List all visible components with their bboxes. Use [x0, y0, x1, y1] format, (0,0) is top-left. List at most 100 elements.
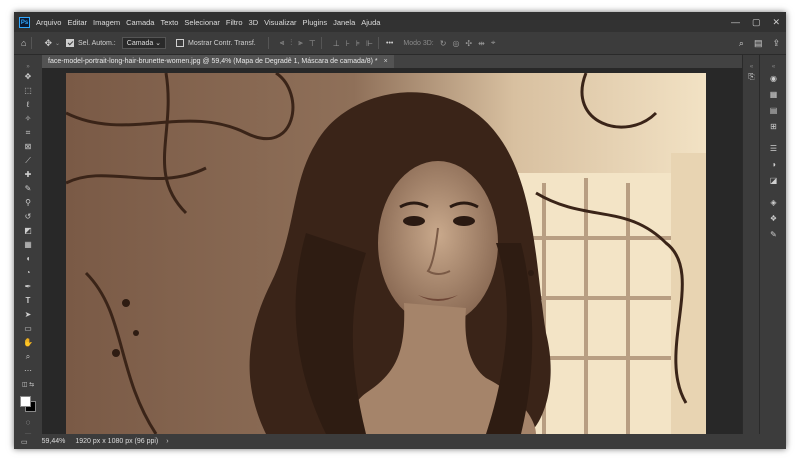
app-logo: Ps	[19, 16, 30, 28]
right-panel-dock: « ◉ ▦ ▤ ⊞ ☰ ◑ ◪ ◈ ❖ ✎	[759, 55, 786, 434]
auto-select-dropdown[interactable]: Camada ⌄	[121, 37, 167, 49]
history-brush-tool-icon[interactable]: ↺	[14, 211, 42, 223]
align-bottom-icon[interactable]: ⊦	[346, 39, 350, 48]
more-options-button[interactable]: •••	[386, 40, 393, 47]
healing-brush-tool-icon[interactable]: ✚	[14, 169, 42, 181]
magic-wand-tool-icon[interactable]: ✧	[14, 113, 42, 125]
panel-grip-icon: «	[771, 64, 776, 70]
align-left-icon[interactable]: ⫷	[280, 38, 285, 48]
align-right-icon[interactable]: ⫸	[298, 38, 303, 48]
type-tool-icon[interactable]: T	[14, 295, 42, 307]
options-right: ⌕ ▤ ⇪	[729, 32, 780, 54]
document-size-info: 1920 px x 1080 px (96 ppi)	[75, 438, 159, 445]
menu-ajuda[interactable]: Ajuda	[361, 18, 380, 27]
gradients-panel-icon[interactable]: ▤	[760, 105, 786, 117]
workspace-icon[interactable]: ▤	[754, 38, 763, 49]
shape-tool-icon[interactable]: ▭	[14, 323, 42, 335]
gradient-tool-icon[interactable]: ▦	[14, 239, 42, 251]
layers-panel-icon[interactable]: ◈	[760, 197, 786, 209]
menu-selecionar[interactable]: Selecionar	[184, 18, 219, 27]
menu-texto[interactable]: Texto	[160, 18, 178, 27]
lasso-tool-icon[interactable]: ℓ	[14, 99, 42, 111]
zoom-tool-icon[interactable]: ⌕	[14, 351, 42, 363]
close-tab-button[interactable]: ×	[384, 58, 388, 65]
marquee-tool-icon[interactable]: ⬚	[14, 85, 42, 97]
move-tool-icon[interactable]: ✥	[44, 32, 52, 54]
blur-tool-icon[interactable]: ◖	[14, 253, 42, 265]
swatches-panel-icon[interactable]: ▦	[760, 89, 786, 101]
menu-imagem[interactable]: Imagem	[93, 18, 120, 27]
quick-mask-icon[interactable]: ◌	[14, 417, 42, 429]
path-selection-tool-icon[interactable]: ➤	[14, 309, 42, 321]
distribute-v-icon[interactable]: ⊩	[366, 39, 373, 48]
menu-3d[interactable]: 3D	[249, 18, 259, 27]
menu-filtro[interactable]: Filtro	[226, 18, 243, 27]
document-tab-bar: face-model-portrait-long-hair-brunette-w…	[42, 55, 742, 68]
distribute-icon[interactable]: ⊧	[356, 39, 360, 48]
align-top-icon[interactable]: ⊤	[309, 39, 316, 48]
libraries-panel-icon[interactable]: ◪	[760, 175, 786, 187]
eraser-tool-icon[interactable]: ◩	[14, 225, 42, 237]
divider	[378, 37, 380, 49]
window-controls: — ▢ ✕	[719, 12, 780, 32]
dodge-tool-icon[interactable]: ◔	[14, 267, 42, 279]
document-image[interactable]	[66, 73, 706, 434]
home-icon[interactable]: ⌂	[21, 32, 26, 54]
menu-camada[interactable]: Camada	[126, 18, 154, 27]
minimize-button[interactable]: —	[731, 17, 740, 27]
menu-plugins[interactable]: Plugins	[303, 18, 328, 27]
close-window-button[interactable]: ✕	[772, 17, 780, 28]
crop-tool-icon[interactable]: ⌗	[14, 127, 42, 139]
collapsed-panels-strip: « ⎘	[742, 55, 760, 434]
status-menu-arrow[interactable]: ›	[166, 438, 168, 445]
roll-3d-icon[interactable]: ◎	[452, 39, 459, 48]
menu-arquivo[interactable]: Arquivo	[36, 18, 61, 27]
properties-panel-icon[interactable]: ☰	[760, 143, 786, 155]
photoshop-window: Ps Arquivo Editar Imagem Camada Texto Se…	[14, 12, 786, 449]
paths-panel-icon[interactable]: ✎	[760, 229, 786, 241]
pen-tool-icon[interactable]: ✒	[14, 281, 42, 293]
menu-visualizar[interactable]: Visualizar	[264, 18, 296, 27]
hand-tool-icon[interactable]: ✋	[14, 337, 42, 349]
show-transform-checkbox[interactable]	[176, 39, 185, 47]
menu-janela[interactable]: Janela	[333, 18, 355, 27]
options-bar: ⌂ ✥ ⌄ Sel. Autom.: Camada ⌄ Mostrar Cont…	[14, 32, 786, 55]
edit-toolbar-icon[interactable]: ▭	[21, 438, 28, 446]
divider	[267, 37, 269, 49]
align-center-h-icon[interactable]: ⫶	[290, 38, 292, 48]
brush-tool-icon[interactable]: ✎	[14, 183, 42, 195]
clone-stamp-tool-icon[interactable]: ⚲	[14, 197, 42, 209]
sepia-portrait-image	[66, 73, 706, 434]
more-tools-icon[interactable]: ⋯	[14, 365, 42, 377]
adjustments-panel-icon[interactable]: ◑	[760, 159, 786, 171]
foreground-color-swatch[interactable]	[20, 396, 31, 407]
frame-tool-icon[interactable]: ⊠	[14, 141, 42, 153]
divider	[31, 37, 33, 49]
maximize-button[interactable]: ▢	[752, 17, 761, 28]
auto-select-checkbox[interactable]	[66, 39, 75, 47]
slide-3d-icon[interactable]: ⇹	[478, 39, 485, 48]
zoom-level[interactable]: 59,44%	[42, 438, 66, 445]
history-panel-icon[interactable]: ⎘	[743, 71, 760, 83]
mode-3d-label: Modo 3D:	[403, 39, 434, 47]
search-icon[interactable]: ⌕	[739, 38, 744, 49]
default-colors-icon[interactable]: ◫ ⇆	[14, 379, 42, 391]
orbit-3d-icon[interactable]: ↻	[440, 39, 447, 48]
scale-3d-icon[interactable]: ⌖	[491, 38, 496, 48]
align-middle-icon[interactable]: ⊥	[333, 39, 340, 48]
document-tab-title: face-model-portrait-long-hair-brunette-w…	[48, 58, 378, 65]
menu-editar[interactable]: Editar	[67, 18, 87, 27]
status-bar: ▭ 59,44% 1920 px x 1080 px (96 ppi) ›	[14, 434, 786, 449]
channels-panel-icon[interactable]: ❖	[760, 213, 786, 225]
canvas-area[interactable]	[42, 68, 742, 434]
share-icon[interactable]: ⇪	[772, 38, 780, 49]
pan-3d-icon[interactable]: ✣	[465, 39, 472, 48]
auto-select-value: Camada	[126, 40, 154, 47]
patterns-panel-icon[interactable]: ⊞	[760, 121, 786, 133]
document-tab[interactable]: face-model-portrait-long-hair-brunette-w…	[42, 55, 394, 68]
tools-panel: » ✥ ⬚ ℓ ✧ ⌗ ⊠ ⟋ ✚ ✎ ⚲ ↺ ◩ ▦ ◖ ◔ ✒ T ➤ ▭ …	[14, 55, 42, 449]
eyedropper-tool-icon[interactable]: ⟋	[14, 155, 42, 167]
move-tool-icon[interactable]: ✥	[14, 71, 42, 83]
chevron-down-icon[interactable]: ⌄	[55, 40, 60, 47]
color-panel-icon[interactable]: ◉	[760, 73, 786, 85]
